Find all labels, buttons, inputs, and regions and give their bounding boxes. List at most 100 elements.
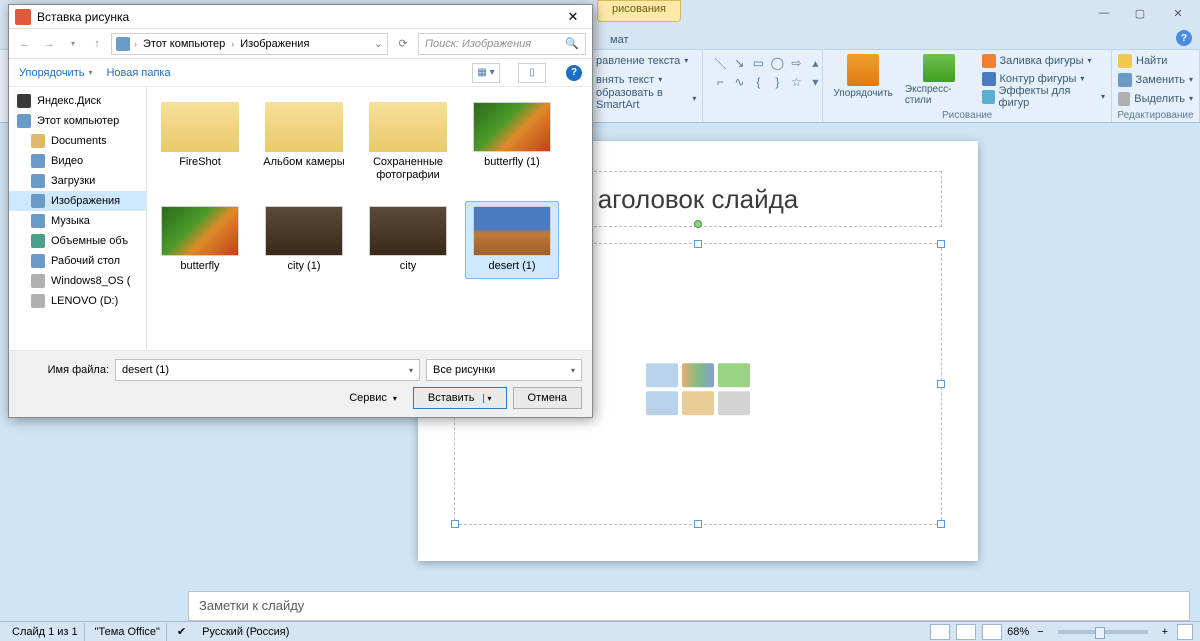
align-text-button[interactable]: внять текст ▾ [596, 71, 696, 88]
zoom-out-button[interactable]: − [1033, 626, 1047, 638]
status-spellcheck[interactable]: ✔ [171, 623, 192, 641]
folder-tree[interactable]: Яндекс.ДискЭтот компьютерDocumentsВидеоЗ… [9, 87, 147, 350]
breadcrumb-computer[interactable]: Этот компьютер [141, 38, 227, 50]
address-dropdown[interactable]: ⌄ [374, 37, 383, 50]
organize-button[interactable]: Упорядочить▾ [19, 67, 92, 79]
zoom-slider[interactable] [1058, 630, 1148, 634]
fit-to-window-button[interactable] [1177, 624, 1193, 640]
status-zoom-value[interactable]: 68% [1007, 626, 1029, 638]
file-list[interactable]: FireShotАльбом камерыСохраненные фотогра… [147, 87, 592, 350]
tree-item[interactable]: LENOVO (D:) [9, 291, 146, 311]
preview-pane-button[interactable]: ▯ [518, 63, 546, 83]
refresh-button[interactable]: ⟳ [392, 33, 414, 55]
close-button[interactable]: ✕ [1160, 2, 1196, 24]
view-sorter-button[interactable] [956, 624, 976, 640]
shape-polyline-icon[interactable]: ⌐ [711, 73, 729, 91]
help-icon[interactable]: ? [1176, 30, 1192, 46]
find-button[interactable]: Найти [1118, 52, 1193, 69]
file-type-combo[interactable]: Все рисунки▾ [426, 359, 582, 381]
tree-item[interactable]: Видео [9, 151, 146, 171]
shape-fill-button[interactable]: Заливка фигуры ▾ [982, 52, 1106, 69]
arrange-button[interactable]: Упорядочить [829, 52, 897, 108]
shape-effects-button[interactable]: Эффекты для фигур ▾ [982, 88, 1106, 105]
minimize-button[interactable]: — [1086, 2, 1122, 24]
tree-item[interactable]: Загрузки [9, 171, 146, 191]
shape-brace-icon[interactable]: { [749, 73, 767, 91]
breadcrumb-images[interactable]: Изображения [238, 38, 311, 50]
shape-more2-icon[interactable]: ▾ [806, 73, 824, 91]
insert-split-dropdown[interactable]: ▾ [483, 394, 492, 403]
address-breadcrumb[interactable]: › Этот компьютер › Изображения ⌄ [111, 33, 388, 55]
shape-line-icon[interactable]: ＼ [711, 54, 729, 72]
convert-smartart-button[interactable]: образовать в SmartArt ▾ [596, 90, 696, 107]
rotate-handle[interactable] [694, 220, 702, 228]
dialog-help-icon[interactable]: ? [566, 65, 582, 81]
shape-curve-icon[interactable]: ∿ [730, 73, 748, 91]
insert-chart-icon[interactable] [682, 363, 714, 387]
status-slide-number[interactable]: Слайд 1 из 1 [6, 623, 85, 641]
view-normal-button[interactable] [930, 624, 950, 640]
tree-item[interactable]: Рабочий стол [9, 251, 146, 271]
chevron-down-icon[interactable]: ▾ [409, 366, 413, 375]
tree-item[interactable]: Объемные объ [9, 231, 146, 251]
view-mode-button[interactable]: ▦ ▾ [472, 63, 500, 83]
shape-oval-icon[interactable]: ◯ [768, 54, 786, 72]
shape-rect-icon[interactable]: ▭ [749, 54, 767, 72]
tree-item[interactable]: Documents [9, 131, 146, 151]
file-tile[interactable]: Сохраненные фотографии [361, 97, 455, 187]
shape-arrow-icon[interactable]: ↘ [730, 54, 748, 72]
resize-handle-ne[interactable] [937, 240, 945, 248]
view-slideshow-button[interactable] [982, 624, 1002, 640]
resize-handle-e[interactable] [937, 380, 945, 388]
shape-brace2-icon[interactable]: } [768, 73, 786, 91]
insert-smartart-icon[interactable] [718, 363, 750, 387]
notes-pane[interactable]: Заметки к слайду [188, 591, 1190, 621]
filename-combo[interactable]: desert (1)▾ [115, 359, 420, 381]
shape-star-icon[interactable]: ☆ [787, 73, 805, 91]
insert-media-icon[interactable] [718, 391, 750, 415]
insert-button[interactable]: Вставить▾ [413, 387, 507, 409]
resize-handle-se[interactable] [937, 520, 945, 528]
shape-more-icon[interactable]: ▴ [806, 54, 824, 72]
file-tile[interactable]: city [361, 201, 455, 278]
file-tile[interactable]: desert (1) [465, 201, 559, 278]
text-direction-button[interactable]: равление текста ▾ [596, 52, 696, 69]
nav-up-button[interactable]: ↑ [87, 34, 107, 54]
maximize-button[interactable]: ▢ [1122, 2, 1158, 24]
file-tile[interactable]: FireShot [153, 97, 247, 187]
status-theme[interactable]: "Тема Office" [89, 623, 167, 641]
file-tile[interactable]: city (1) [257, 201, 351, 278]
shapes-gallery[interactable]: ＼ ↘ ▭ ◯ ⇨ ▴ ⌐ ∿ { } ☆ ▾ [709, 52, 816, 93]
tree-item[interactable]: Windows8_OS ( [9, 271, 146, 291]
resize-handle-s[interactable] [694, 520, 702, 528]
insert-clipart-icon[interactable] [682, 391, 714, 415]
zoom-in-button[interactable]: + [1158, 626, 1172, 638]
file-tile[interactable]: butterfly (1) [465, 97, 559, 187]
select-button[interactable]: Выделить ▾ [1118, 90, 1193, 107]
tree-item[interactable]: Изображения [9, 191, 146, 211]
nav-back-button[interactable]: ← [15, 34, 35, 54]
search-input[interactable]: Поиск: Изображения🔍 [418, 33, 586, 55]
cancel-button[interactable]: Отмена [513, 387, 582, 409]
quick-styles-button[interactable]: Экспресс-стили [901, 52, 978, 108]
chevron-down-icon[interactable]: ▾ [571, 366, 575, 375]
tree-item[interactable]: Музыка [9, 211, 146, 231]
insert-table-icon[interactable] [646, 363, 678, 387]
nav-history-button[interactable]: ▾ [63, 34, 83, 54]
tree-item[interactable]: Этот компьютер [9, 111, 146, 131]
file-tile[interactable]: butterfly [153, 201, 247, 278]
chevron-right-icon[interactable]: › [231, 39, 234, 49]
ribbon-tab-format[interactable]: мат [600, 31, 638, 49]
tree-item[interactable]: Яндекс.Диск [9, 91, 146, 111]
nav-forward-button[interactable]: → [39, 34, 59, 54]
chevron-right-icon[interactable]: › [134, 39, 137, 49]
shape-arrowr-icon[interactable]: ⇨ [787, 54, 805, 72]
tools-dropdown[interactable]: ▾ [393, 394, 397, 403]
resize-handle-n[interactable] [694, 240, 702, 248]
tools-button[interactable]: Сервис [349, 392, 387, 404]
new-folder-button[interactable]: Новая папка [106, 67, 170, 79]
file-tile[interactable]: Альбом камеры [257, 97, 351, 187]
status-language[interactable]: Русский (Россия) [196, 623, 295, 641]
replace-button[interactable]: Заменить ▾ [1118, 71, 1193, 88]
contextual-tab-drawing[interactable]: рисования [597, 0, 681, 22]
